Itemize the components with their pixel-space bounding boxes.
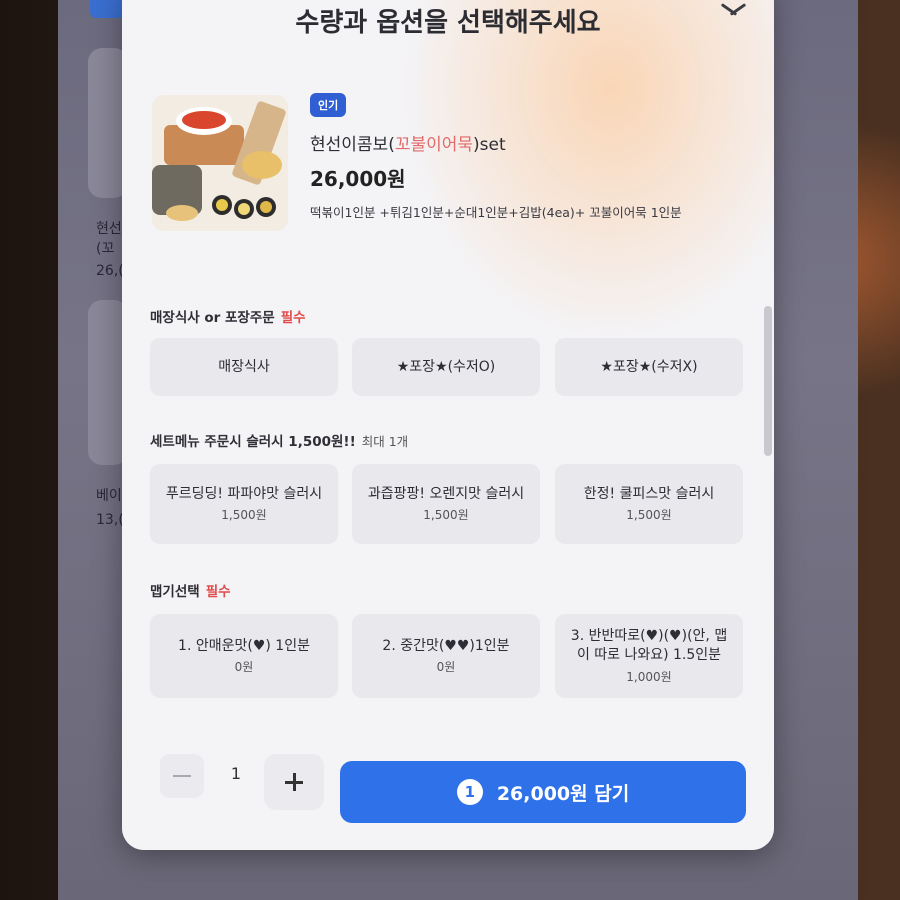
option-price: 0원 (436, 660, 456, 675)
option-label: 2. 중간맛(♥♥)1인분 (382, 637, 510, 654)
option-label: ★포장★(수저X) (600, 358, 698, 375)
section-title-text: 매장식사 or 포장주문 (150, 310, 275, 326)
background-item-name: 현선 (96, 221, 122, 237)
cart-count-badge: 1 (456, 779, 483, 805)
section-title-dining: 매장식사 or 포장주문 필수 (150, 306, 306, 326)
option-label: 과즙팡팡! 오렌지맛 슬러시 (367, 485, 525, 502)
option-label: 3. 반반따로(♥)(♥)(안, 맵이 따로 나와요) 1.5인분 (570, 628, 728, 663)
add-to-cart-button[interactable]: 1 26,000원 담기 (340, 761, 746, 823)
option-takeout-with-utensils[interactable]: ★포장★(수저O) (352, 338, 540, 396)
section-title-slush: 세트메뉴 주문시 슬러시 1,500원!! 최대 1개 (150, 430, 408, 450)
option-modal: 수량과 옵션을 선택해주세요 인기 현선이콤보(꼬불이어묵)set 26,000… (122, 0, 774, 850)
add-to-cart-label: 26,000원 담기 (496, 782, 630, 805)
option-price: 1,500원 (423, 508, 469, 523)
product-name-suffix: )set (473, 135, 506, 155)
required-badge: 필수 (280, 310, 306, 326)
background-item-name: 베이 (96, 488, 122, 504)
product-price: 26,000원 (310, 167, 406, 191)
light-glare (402, 0, 774, 340)
max-note: 최대 1개 (361, 434, 409, 449)
background-item-name: (꼬 (96, 241, 115, 257)
option-medium[interactable]: 2. 중간맛(♥♥)1인분 0원 (352, 614, 540, 698)
section-title-text: 맵기선택 (150, 584, 200, 600)
option-takeout-no-utensils[interactable]: ★포장★(수저X) (555, 338, 743, 396)
option-label: 매장식사 (218, 358, 270, 375)
section-title-spiciness: 맵기선택 필수 (150, 580, 231, 600)
option-half-half[interactable]: 3. 반반따로(♥)(♥)(안, 맵이 따로 나와요) 1.5인분 1,000원 (555, 614, 743, 698)
option-orange-slush[interactable]: 과즙팡팡! 오렌지맛 슬러시 1,500원 (352, 464, 540, 544)
option-dine-in[interactable]: 매장식사 (150, 338, 338, 396)
product-name-highlight: 꼬불이어묵 (394, 135, 474, 155)
option-coolpis-slush[interactable]: 한정! 쿨피스맛 슬러시 1,500원 (555, 464, 743, 544)
option-price: 1,000원 (626, 669, 672, 684)
option-papaya-slush[interactable]: 푸르딩딩! 파파야맛 슬러시 1,500원 (150, 464, 338, 544)
background-item-price: 13,( (96, 512, 124, 528)
decrease-quantity-button[interactable] (160, 754, 204, 798)
modal-title: 수량과 옵션을 선택해주세요 (295, 8, 601, 38)
option-label: 1. 안매운맛(♥) 1인분 (178, 637, 310, 654)
product-name: 현선이콤보(꼬불이어묵)set (310, 130, 506, 155)
popular-badge: 인기 (310, 93, 347, 117)
required-badge: 필수 (205, 584, 231, 600)
option-mild[interactable]: 1. 안매운맛(♥) 1인분 0원 (150, 614, 338, 698)
background-category-chip (90, 0, 126, 18)
background-item-price: 26,( (96, 263, 124, 279)
increase-quantity-button[interactable] (264, 754, 324, 810)
option-label: ★포장★(수저O) (396, 358, 496, 375)
option-price: 0원 (234, 660, 254, 675)
option-label: 푸르딩딩! 파파야맛 슬러시 (165, 485, 323, 502)
option-label: 한정! 쿨피스맛 슬러시 (583, 485, 715, 502)
product-description: 떡볶이1인분 +튀김1인분+순대1인분+김밥(4ea)+ 꼬불이어묵 1인분 (310, 205, 682, 220)
section-title-text: 세트메뉴 주문시 슬러시 1,500원!! (150, 434, 356, 450)
option-price: 1,500원 (626, 508, 672, 523)
product-image (152, 95, 288, 231)
close-icon[interactable] (718, 0, 746, 24)
quantity-value: 1 (230, 764, 242, 783)
option-price: 1,500원 (221, 508, 267, 523)
product-name-prefix: 현선이콤보( (310, 135, 395, 155)
scrollbar[interactable] (764, 306, 772, 456)
